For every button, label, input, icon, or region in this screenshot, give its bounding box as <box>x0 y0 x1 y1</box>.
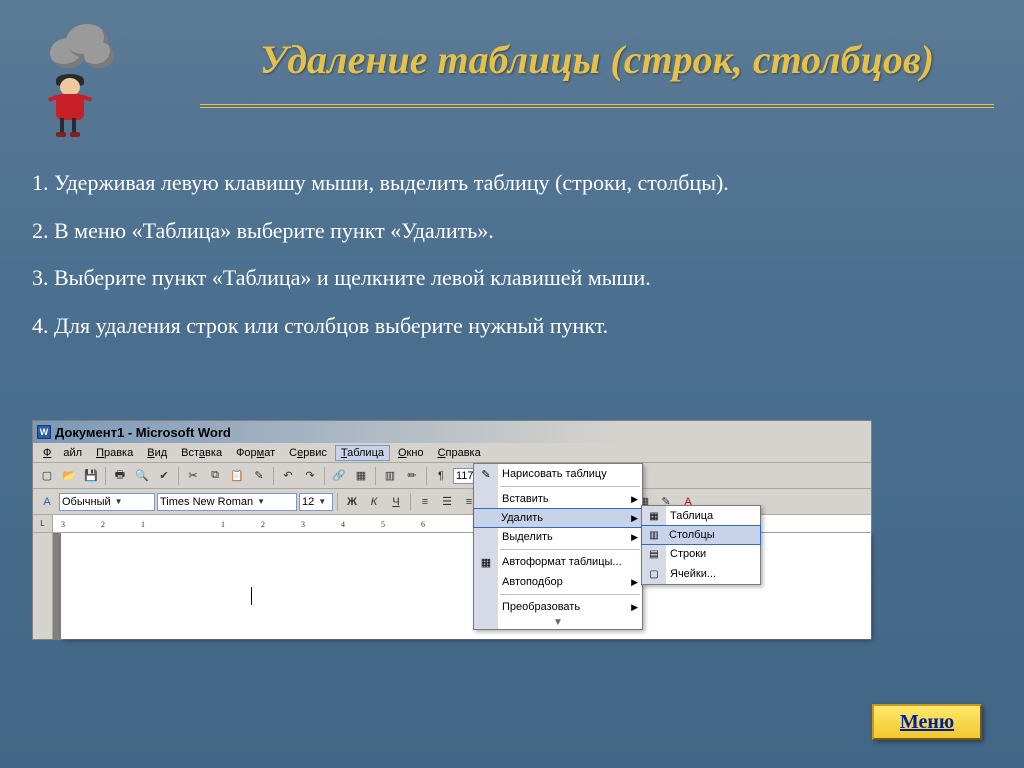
submenu-cells[interactable]: ▢ Ячейки... <box>642 564 760 584</box>
step-2: 2. В меню «Таблица» выберите пункт «Удал… <box>32 216 944 246</box>
fontsize-combo[interactable]: 12 ▼ <box>299 493 333 511</box>
menu-expand-icon[interactable]: ▼ <box>474 617 642 629</box>
columns-icon[interactable]: ▥ <box>380 466 400 486</box>
bold-icon[interactable]: Ж <box>342 492 362 512</box>
arrow-right-icon: ▶ <box>631 513 638 524</box>
table-format-icon: ▦ <box>478 554 494 570</box>
title-rule <box>200 104 994 108</box>
preview-icon[interactable]: 🔍 <box>132 466 152 486</box>
menu-convert[interactable]: Преобразовать ▶ <box>474 597 642 617</box>
svg-text:4: 4 <box>341 520 345 529</box>
styles-pane-icon[interactable]: A <box>37 492 57 512</box>
menu-insert-sub[interactable]: Вставить ▶ <box>474 489 642 509</box>
instruction-list: 1. Удерживая левую клавишу мыши, выделит… <box>32 168 944 359</box>
chevron-down-icon[interactable]: ▼ <box>318 497 326 506</box>
slide-title: Удаление таблицы (строк, столбцов) <box>200 36 994 83</box>
cell-icon: ▢ <box>646 566 662 582</box>
chevron-down-icon[interactable]: ▼ <box>115 497 123 506</box>
text-cursor <box>251 587 252 605</box>
italic-icon[interactable]: К <box>364 492 384 512</box>
pencil-icon: ✎ <box>478 466 494 482</box>
menu-window[interactable]: Окно <box>392 445 430 461</box>
copy-icon[interactable]: ⧉ <box>205 466 225 486</box>
menu-delete-sub[interactable]: Удалить ▶ <box>473 508 643 528</box>
ruler-corner: L <box>33 515 53 532</box>
svg-text:1: 1 <box>221 520 225 529</box>
format-painter-icon[interactable]: ✎ <box>249 466 269 486</box>
step-4: 4. Для удаления строк или столбцов выбер… <box>32 311 944 341</box>
character-icon <box>42 78 102 138</box>
font-combo[interactable]: Times New Roman ▼ <box>157 493 297 511</box>
word-title: Документ1 - Microsoft Word <box>55 425 231 440</box>
menu-view[interactable]: Вид <box>141 445 173 461</box>
menu-autoformat[interactable]: ▦ Автоформат таблицы... <box>474 552 642 572</box>
paste-icon[interactable]: 📋 <box>227 466 247 486</box>
submenu-columns[interactable]: ▥ Столбцы <box>641 525 761 545</box>
menu-autofit[interactable]: Автоподбор ▶ <box>474 572 642 592</box>
word-menubar: Файл Правка Вид Вставка Формат Сервис Та… <box>33 443 871 463</box>
menu-select-sub[interactable]: Выделить ▶ <box>474 527 642 547</box>
style-value: Обычный <box>62 496 111 508</box>
word-titlebar: W Документ1 - Microsoft Word <box>33 421 871 443</box>
para-icon[interactable]: ¶ <box>431 466 451 486</box>
arrow-right-icon: ▶ <box>631 602 638 613</box>
table-icon: ▦ <box>646 508 662 524</box>
step-3: 3. Выберите пункт «Таблица» и щелкните л… <box>32 263 944 293</box>
fontsize-value: 12 <box>302 496 314 508</box>
underline-icon[interactable]: Ч <box>386 492 406 512</box>
cloud-icon <box>48 20 118 70</box>
align-left-icon[interactable]: ≡ <box>415 492 435 512</box>
font-value: Times New Roman <box>160 496 253 508</box>
svg-text:3: 3 <box>61 520 65 529</box>
spell-icon[interactable]: ✔ <box>154 466 174 486</box>
svg-text:6: 6 <box>421 520 425 529</box>
delete-submenu: ▦ Таблица ▥ Столбцы ▤ Строки ▢ Ячейки... <box>641 505 761 585</box>
submenu-table[interactable]: ▦ Таблица <box>642 506 760 526</box>
menu-draw-table[interactable]: ✎ Нарисовать таблицу <box>474 464 642 484</box>
table-menu-dropdown: ✎ Нарисовать таблицу Вставить ▶ Удалить … <box>473 463 643 630</box>
menu-edit[interactable]: Правка <box>90 445 139 461</box>
menu-file[interactable]: Файл <box>37 445 88 461</box>
undo-icon[interactable]: ↶ <box>278 466 298 486</box>
menu-format[interactable]: Формат <box>230 445 281 461</box>
arrow-right-icon: ▶ <box>631 577 638 588</box>
word-window: W Документ1 - Microsoft Word Файл Правка… <box>32 420 872 640</box>
drawing-icon[interactable]: ✏ <box>402 466 422 486</box>
cut-icon[interactable]: ✂ <box>183 466 203 486</box>
link-icon[interactable]: 🔗 <box>329 466 349 486</box>
new-doc-icon[interactable]: ▢ <box>37 466 57 486</box>
chevron-down-icon[interactable]: ▼ <box>257 497 265 506</box>
menu-insert[interactable]: Вставка <box>175 445 228 461</box>
menu-tools[interactable]: Сервис <box>283 445 333 461</box>
word-toolbar-standard: ▢ 📂 💾 🖶 🔍 ✔ ✂ ⧉ 📋 ✎ ↶ ↷ 🔗 ▦ ▥ ✏ ¶ ▼ ? <box>33 463 871 489</box>
table-grid-icon[interactable]: ▦ <box>351 466 371 486</box>
save-icon[interactable]: 💾 <box>81 466 101 486</box>
word-app-icon: W <box>37 425 51 439</box>
svg-text:5: 5 <box>381 520 385 529</box>
redo-icon[interactable]: ↷ <box>300 466 320 486</box>
columns-icon: ▥ <box>646 527 662 543</box>
step-1: 1. Удерживая левую клавишу мыши, выделит… <box>32 168 944 198</box>
open-icon[interactable]: 📂 <box>59 466 79 486</box>
menu-button[interactable]: Меню <box>872 704 982 740</box>
align-center-icon[interactable]: ☰ <box>437 492 457 512</box>
svg-text:1: 1 <box>141 520 145 529</box>
arrow-right-icon: ▶ <box>631 494 638 505</box>
menu-button-label: Меню <box>900 711 954 734</box>
menu-help[interactable]: Справка <box>432 445 487 461</box>
arrow-right-icon: ▶ <box>631 532 638 543</box>
svg-text:2: 2 <box>261 520 265 529</box>
word-left-gutter <box>33 533 53 639</box>
svg-text:2: 2 <box>101 520 105 529</box>
style-combo[interactable]: Обычный ▼ <box>59 493 155 511</box>
print-icon[interactable]: 🖶 <box>110 466 130 486</box>
menu-table[interactable]: Таблица <box>335 445 390 461</box>
rows-icon: ▤ <box>646 546 662 562</box>
svg-text:3: 3 <box>301 520 305 529</box>
submenu-rows[interactable]: ▤ Строки <box>642 544 760 564</box>
